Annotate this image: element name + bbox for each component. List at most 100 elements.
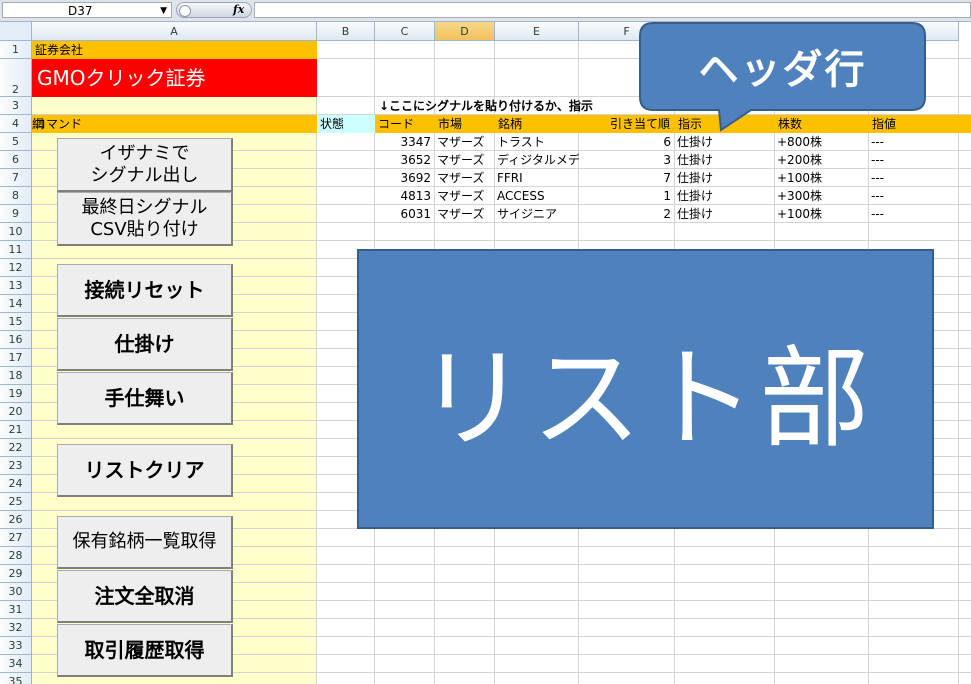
list-cell-qty[interactable]: +800株 bbox=[777, 133, 869, 151]
row-header-3[interactable]: 3 bbox=[0, 97, 32, 115]
row-header-27[interactable]: 27 bbox=[0, 529, 32, 547]
row-header-30[interactable]: 30 bbox=[0, 583, 32, 601]
row-header-25[interactable]: 25 bbox=[0, 493, 32, 511]
signal-output-button[interactable]: イザナミで シグナル出し bbox=[57, 138, 233, 192]
list-cell-limit[interactable]: --- bbox=[871, 133, 959, 151]
row-header-24[interactable]: 24 bbox=[0, 475, 32, 493]
list-cell-instr[interactable]: 仕掛け bbox=[677, 169, 775, 187]
list-cell-name[interactable]: サイジニア bbox=[497, 205, 579, 223]
column-header-c[interactable]: C bbox=[375, 22, 435, 41]
list-cell-qty[interactable]: +300株 bbox=[777, 187, 869, 205]
column-header-e[interactable]: E bbox=[495, 22, 579, 41]
list-header-1: 状態 bbox=[320, 117, 345, 131]
list-cell-market[interactable]: マザーズ bbox=[437, 151, 495, 169]
connection-reset-button[interactable]: 接続リセット bbox=[57, 264, 233, 317]
row-header-14[interactable]: 14 bbox=[0, 295, 32, 313]
list-cell-order[interactable]: 3 bbox=[579, 151, 671, 169]
row-header-2[interactable]: 2 bbox=[0, 59, 32, 97]
row-header-34[interactable]: 34 bbox=[0, 655, 32, 673]
list-cell-order[interactable]: 1 bbox=[579, 187, 671, 205]
list-cell-name[interactable]: ACCESS bbox=[497, 187, 579, 205]
row-header-18[interactable]: 18 bbox=[0, 367, 32, 385]
column-header-a[interactable]: A bbox=[32, 22, 317, 41]
row-header-33[interactable]: 33 bbox=[0, 637, 32, 655]
list-cell-limit[interactable]: --- bbox=[871, 169, 959, 187]
list-cell-code[interactable]: 4813 bbox=[375, 187, 431, 205]
list-cell-name[interactable]: トラスト bbox=[497, 133, 579, 151]
list-section-box: リスト部 bbox=[357, 249, 934, 529]
fx-icon[interactable]: fx bbox=[233, 3, 244, 17]
row-header-21[interactable]: 21 bbox=[0, 421, 32, 439]
list-cell-limit[interactable]: --- bbox=[871, 205, 959, 223]
formula-bar: D37 ▼ fx bbox=[0, 0, 971, 22]
row-header-15[interactable]: 15 bbox=[0, 313, 32, 331]
row-header-11[interactable]: 11 bbox=[0, 241, 32, 259]
list-cell-market[interactable]: マザーズ bbox=[437, 169, 495, 187]
select-all-corner[interactable] bbox=[0, 22, 32, 41]
list-clear-button[interactable]: リストクリア bbox=[57, 444, 233, 497]
row-header-23[interactable]: 23 bbox=[0, 457, 32, 475]
row-header-26[interactable]: 26 bbox=[0, 511, 32, 529]
row-header-6[interactable]: 6 bbox=[0, 151, 32, 169]
list-cell-qty[interactable]: +200株 bbox=[777, 151, 869, 169]
row-header-8[interactable]: 8 bbox=[0, 187, 32, 205]
list-cell-limit[interactable]: --- bbox=[871, 151, 959, 169]
row-header-9[interactable]: 9 bbox=[0, 205, 32, 223]
header-row-callout-label: ヘッダ行 bbox=[698, 47, 867, 93]
list-cell-limit[interactable]: --- bbox=[871, 187, 959, 205]
row-header-20[interactable]: 20 bbox=[0, 403, 32, 421]
get-trade-history-button[interactable]: 取引履歴取得 bbox=[57, 624, 233, 677]
list-cell-instr[interactable]: 仕掛け bbox=[677, 187, 775, 205]
list-cell-name[interactable]: ディジタルメディ bbox=[497, 151, 579, 169]
list-cell-qty[interactable]: +100株 bbox=[777, 169, 869, 187]
paste-csv-button[interactable]: 最終日シグナル CSV貼り付け bbox=[57, 192, 233, 246]
paste-instruction: ↓ここにシグナルを貼り付けるか、指示 bbox=[379, 99, 593, 113]
row-header-19[interactable]: 19 bbox=[0, 385, 32, 403]
list-header-9: 網 bbox=[32, 117, 45, 131]
list-cell-code[interactable]: 3652 bbox=[375, 151, 431, 169]
row-header-10[interactable]: 10 bbox=[0, 223, 32, 241]
list-cell-order[interactable]: 7 bbox=[579, 169, 671, 187]
row-header-5[interactable]: 5 bbox=[0, 133, 32, 151]
row-header-31[interactable]: 31 bbox=[0, 601, 32, 619]
row-header-22[interactable]: 22 bbox=[0, 439, 32, 457]
row-header-1[interactable]: 1 bbox=[0, 41, 32, 59]
cancel-all-orders-button[interactable]: 注文全取消 bbox=[57, 570, 233, 623]
row-header-35[interactable]: 35 bbox=[0, 673, 32, 684]
insert-function-control[interactable]: fx bbox=[176, 2, 252, 18]
row-header-29[interactable]: 29 bbox=[0, 565, 32, 583]
row-header-16[interactable]: 16 bbox=[0, 331, 32, 349]
list-cell-name[interactable]: FFRI bbox=[497, 169, 579, 187]
list-header-2: コード bbox=[378, 117, 415, 131]
list-cell-market[interactable]: マザーズ bbox=[437, 187, 495, 205]
list-cell-market[interactable]: マザーズ bbox=[437, 205, 495, 223]
row-header-12[interactable]: 12 bbox=[0, 259, 32, 277]
row-header-13[interactable]: 13 bbox=[0, 277, 32, 295]
row-header-17[interactable]: 17 bbox=[0, 349, 32, 367]
list-cell-code[interactable]: 6031 bbox=[375, 205, 431, 223]
broker-name: GMOクリック証券 bbox=[37, 66, 206, 90]
formula-input[interactable] bbox=[254, 2, 971, 18]
list-cell-order[interactable]: 6 bbox=[579, 133, 671, 151]
list-cell-instr[interactable]: 仕掛け bbox=[677, 151, 775, 169]
column-header-b[interactable]: B bbox=[317, 22, 375, 41]
list-cell-code[interactable]: 3347 bbox=[375, 133, 431, 151]
row-header-28[interactable]: 28 bbox=[0, 547, 32, 565]
row-header-32[interactable]: 32 bbox=[0, 619, 32, 637]
list-cell-instr[interactable]: 仕掛け bbox=[677, 133, 775, 151]
name-box-value: D37 bbox=[68, 4, 93, 18]
get-holdings-button[interactable]: 保有銘柄一覧取得 bbox=[57, 516, 233, 569]
row-header-4[interactable]: 4 bbox=[0, 115, 32, 133]
row-header-7[interactable]: 7 bbox=[0, 169, 32, 187]
entry-button[interactable]: 仕掛け bbox=[57, 318, 233, 371]
list-cell-order[interactable]: 2 bbox=[579, 205, 671, 223]
list-cell-qty[interactable]: +100株 bbox=[777, 205, 869, 223]
column-header-d[interactable]: D bbox=[435, 22, 495, 41]
splitter-handle-icon[interactable] bbox=[179, 5, 191, 17]
chevron-down-icon[interactable]: ▼ bbox=[160, 3, 167, 19]
list-cell-code[interactable]: 3692 bbox=[375, 169, 431, 187]
exit-button[interactable]: 手仕舞い bbox=[57, 372, 233, 425]
name-box[interactable]: D37 ▼ bbox=[2, 2, 172, 18]
list-cell-market[interactable]: マザーズ bbox=[437, 133, 495, 151]
list-cell-instr[interactable]: 仕掛け bbox=[677, 205, 775, 223]
